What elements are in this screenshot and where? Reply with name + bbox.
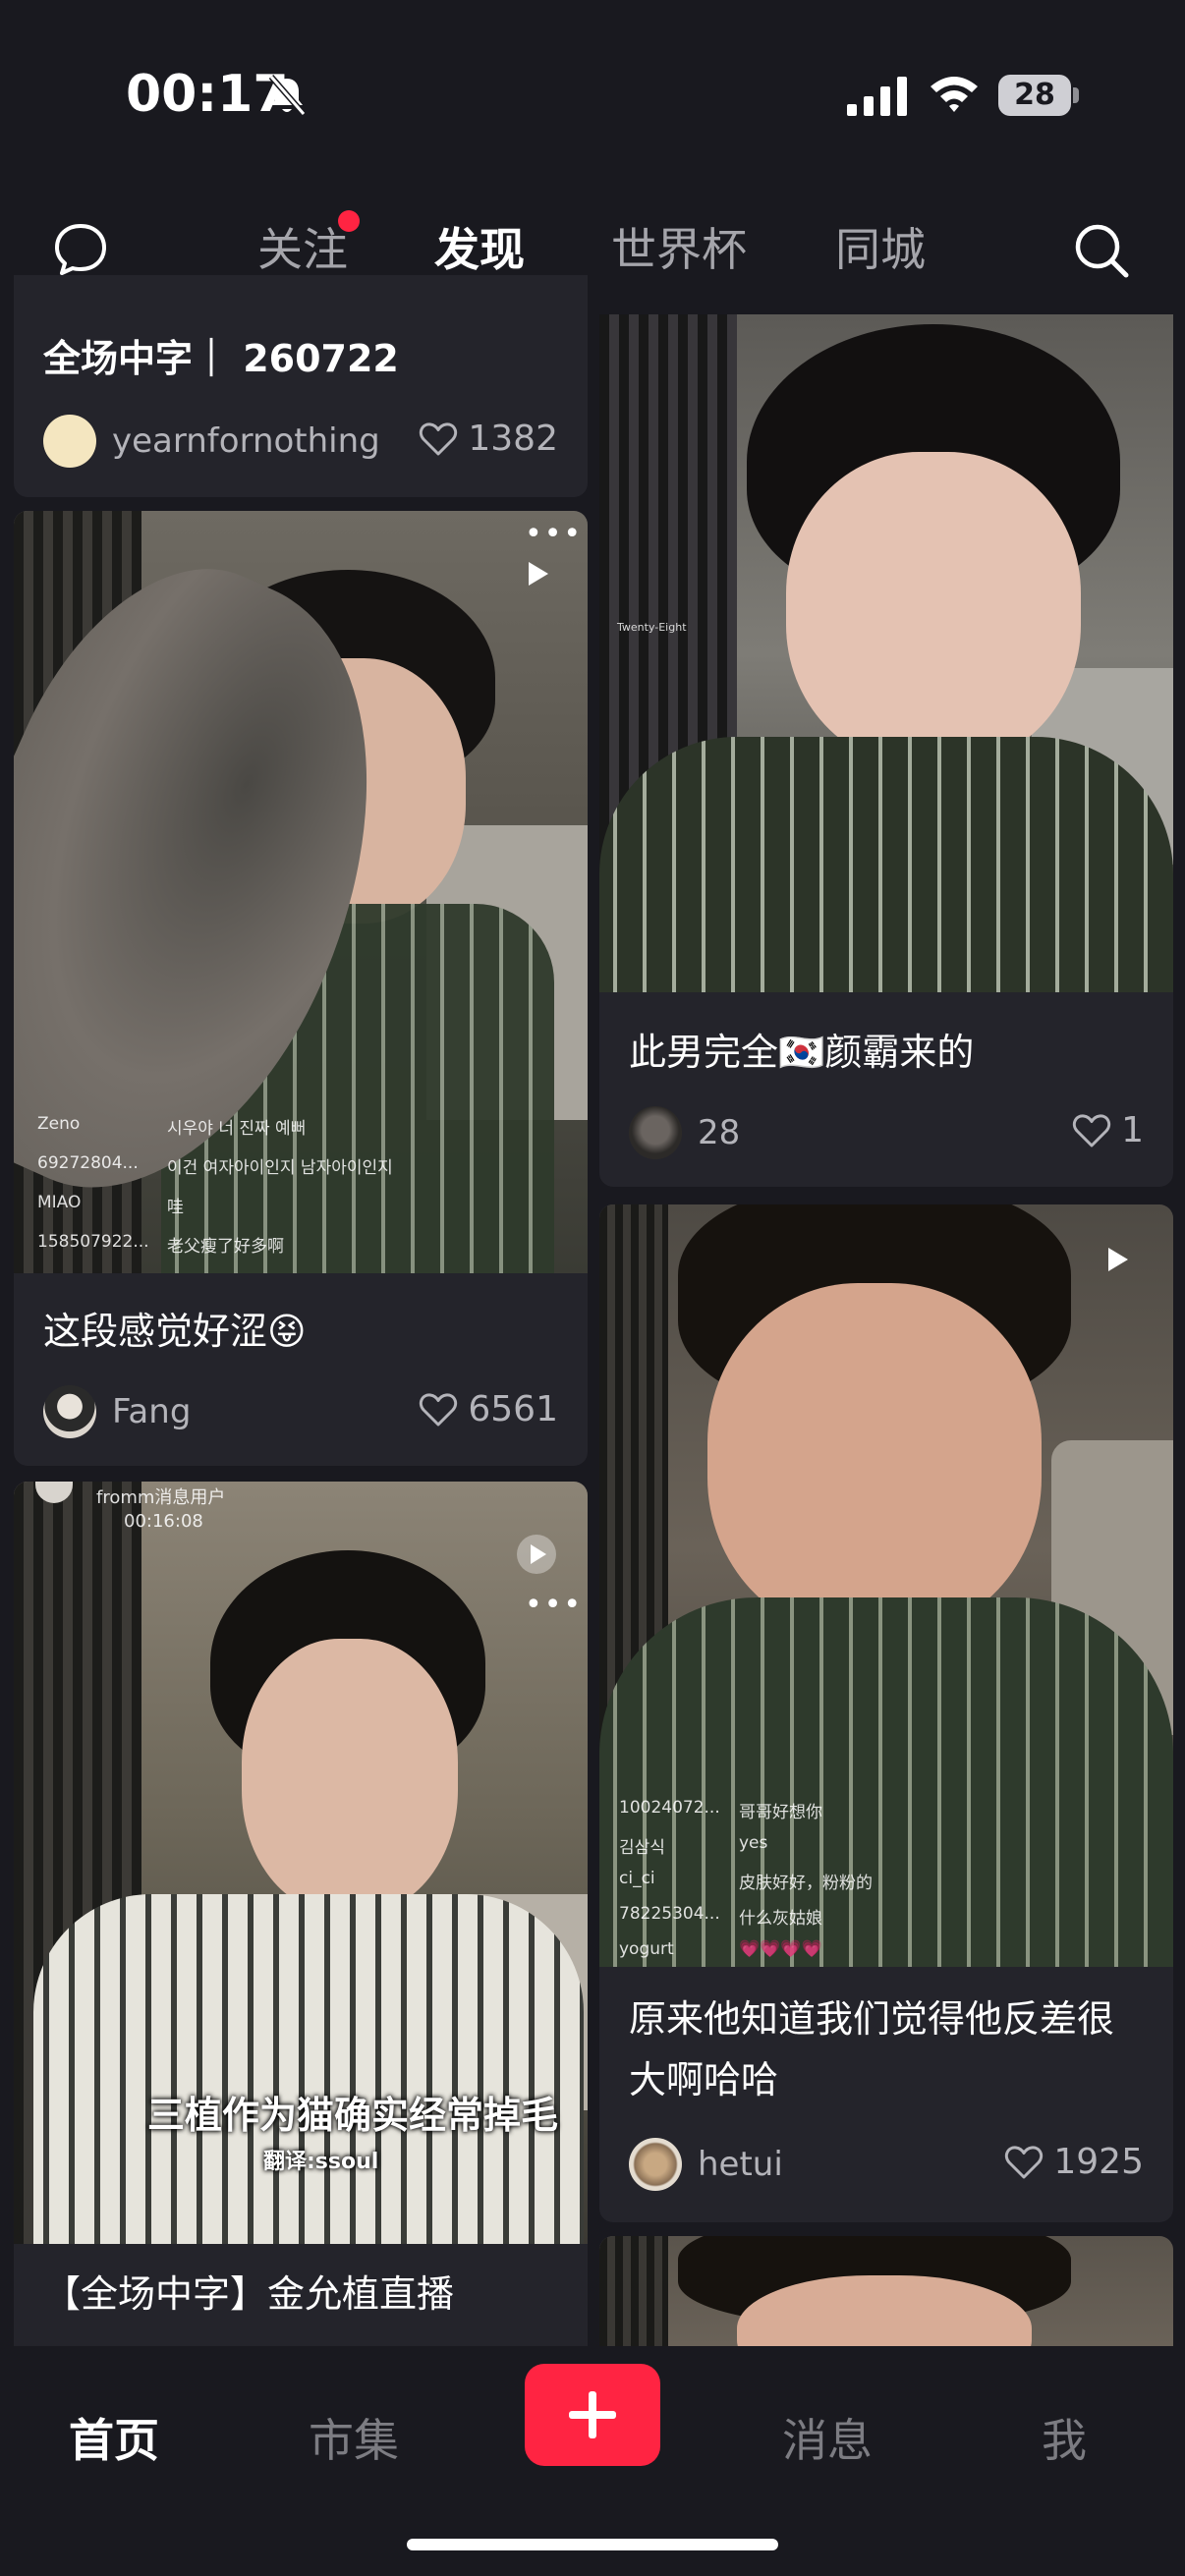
- comment-user: MIAO: [37, 1193, 82, 1212]
- cellular-signal-icon: [847, 77, 907, 116]
- comment-text: 💗💗💗💗: [739, 1939, 822, 1959]
- status-time: 00:17: [126, 65, 289, 124]
- heart-icon: [420, 1392, 458, 1426]
- author-name: 28: [698, 1113, 741, 1152]
- video-thumbnail[interactable]: Twenty-Eight: [599, 314, 1173, 992]
- battery-indicator: 28: [998, 75, 1079, 116]
- video-thumbnail[interactable]: [599, 2236, 1173, 2346]
- comment-text: 哇: [167, 1198, 184, 1217]
- chat-bubble-icon[interactable]: [51, 220, 110, 279]
- comment-user: yogurt: [619, 1939, 674, 1959]
- battery-level: 28: [998, 75, 1071, 116]
- avatar: [629, 1106, 682, 1159]
- author-name: yearnfornothing: [112, 421, 380, 461]
- video-header-user: fromm消息用户: [96, 1487, 226, 1508]
- feed-card[interactable]: Twenty-Eight 此男完全🇰🇷颜霸来的 28 1: [599, 314, 1173, 1187]
- feed-card[interactable]: ••• Zeno 시우야 너 진짜 예뻐 69272804... 이건 여자아이…: [14, 511, 588, 1466]
- card-author[interactable]: Fang: [43, 1385, 191, 1438]
- video-thumbnail[interactable]: ••• Zeno 시우야 너 진짜 예뻐 69272804... 이건 여자아이…: [14, 511, 588, 1273]
- video-header-time: 00:16:08: [124, 1511, 203, 1532]
- comment-user: 김삼식: [619, 1838, 665, 1858]
- heart-icon: [1073, 1113, 1111, 1147]
- video-thumbnail[interactable]: fromm消息用户 00:16:08 ••• 三植作为猫确实经常掉毛 翻译:ss…: [14, 1482, 588, 2244]
- avatar: [629, 2138, 682, 2191]
- comment-text: 皮肤好好，粉粉的: [739, 1874, 873, 1893]
- avatar: [43, 1385, 96, 1438]
- thumbnail-watermark: Twenty-Eight: [617, 621, 687, 634]
- play-icon: [517, 1535, 556, 1574]
- search-icon[interactable]: [1071, 220, 1132, 281]
- author-name: hetui: [698, 2145, 783, 2184]
- heart-icon: [1005, 2145, 1044, 2178]
- feed-card[interactable]: fromm消息用户 00:16:08 ••• 三植作为猫确实经常掉毛 翻译:ss…: [14, 1482, 588, 2346]
- comment-text: 시우야 너 진짜 예뻐: [167, 1119, 307, 1139]
- bottom-tab-home[interactable]: 首页: [69, 2405, 159, 2470]
- bottom-tab-market[interactable]: 市集: [309, 2405, 399, 2470]
- comment-user: 158507922...: [37, 1232, 149, 1252]
- card-title: 此男完全🇰🇷颜霸来的: [629, 1031, 975, 1074]
- wifi-icon: [931, 77, 978, 112]
- comment-text: 哥哥好想你: [739, 1803, 822, 1822]
- comment-user: 69272804...: [37, 1153, 139, 1173]
- like-count: 1382: [468, 419, 558, 459]
- tab-local[interactable]: 同城: [835, 222, 926, 277]
- comment-user: 10024072...: [619, 1798, 720, 1818]
- card-author[interactable]: hetui: [629, 2138, 783, 2191]
- like-button[interactable]: 1: [1072, 1110, 1144, 1150]
- tab-world-cup[interactable]: 世界杯: [611, 222, 747, 277]
- bottom-tab-messages[interactable]: 消息: [782, 2405, 873, 2470]
- feed-card[interactable]: [599, 2236, 1173, 2346]
- status-bar: 00:17 28: [0, 0, 1185, 187]
- avatar: [43, 415, 96, 468]
- notification-dot: [338, 210, 360, 232]
- tab-follow[interactable]: 关注: [257, 222, 348, 277]
- feed-card[interactable]: 全场中字｜ 260722 yearnfornothing 1382: [14, 275, 588, 497]
- thumbnail-person-face: [242, 1639, 458, 1914]
- like-button[interactable]: 6561: [419, 1389, 558, 1429]
- like-count: 1925: [1053, 2142, 1144, 2182]
- bell-muted-icon: [268, 75, 307, 116]
- thumbnail-person-face: [707, 1283, 1042, 1637]
- tab-discover[interactable]: 发现: [434, 222, 525, 277]
- play-icon: [529, 562, 548, 586]
- battery-nub: [1073, 87, 1079, 103]
- comment-user: Zeno: [37, 1114, 81, 1134]
- more-options-icon[interactable]: •••: [525, 1588, 583, 1622]
- comment-user: 78225304...: [619, 1904, 720, 1924]
- card-author[interactable]: yearnfornothing: [43, 415, 380, 468]
- thumbnail-person-shirt: [33, 1894, 584, 2244]
- card-title: 原来他知道我们觉得他反差很大啊哈哈: [629, 1997, 1115, 2101]
- like-button[interactable]: 1382: [419, 419, 558, 459]
- create-post-button[interactable]: [525, 2364, 660, 2466]
- home-indicator[interactable]: [407, 2539, 778, 2550]
- feed-card[interactable]: 10024072... 哥哥好想你 김삼식 yes ci_ci 皮肤好好，粉粉的…: [599, 1204, 1173, 2222]
- card-title: 【全场中字】金允植直播: [43, 2272, 455, 2316]
- thumbnail-wall-stripes: [599, 2236, 668, 2346]
- comment-user: ci_ci: [619, 1869, 655, 1888]
- heart-icon: [420, 421, 458, 455]
- plus-icon: [569, 2391, 616, 2438]
- play-icon: [1108, 1248, 1128, 1271]
- comment-text: 老父瘦了好多啊: [167, 1237, 284, 1257]
- comment-text: yes: [739, 1833, 768, 1853]
- card-title: 全场中字｜ 260722: [43, 337, 399, 380]
- like-count: 6561: [468, 1389, 558, 1429]
- like-button[interactable]: 1925: [1004, 2142, 1144, 2182]
- thumbnail-person-face: [786, 452, 1081, 766]
- like-count: 1: [1121, 1110, 1144, 1150]
- video-caption: 三植作为猫确实经常掉毛: [147, 2094, 559, 2137]
- video-translator-credit: 翻译:ssoul: [263, 2150, 379, 2174]
- author-name: Fang: [112, 1392, 192, 1431]
- bottom-tab-me[interactable]: 我: [1042, 2405, 1087, 2470]
- card-author[interactable]: 28: [629, 1106, 740, 1159]
- more-options-icon[interactable]: •••: [525, 517, 583, 551]
- video-thumbnail[interactable]: 10024072... 哥哥好想你 김삼식 yes ci_ci 皮肤好好，粉粉的…: [599, 1204, 1173, 1967]
- bottom-tab-bar: 首页 市集 消息 我: [0, 2346, 1185, 2576]
- card-title: 这段感觉好涩😝: [43, 1310, 307, 1353]
- comment-text: 什么灰姑娘: [739, 1909, 822, 1929]
- comment-text: 이건 여자아이인지 남자아이인지: [167, 1158, 393, 1178]
- thumbnail-person-shirt: [599, 737, 1173, 992]
